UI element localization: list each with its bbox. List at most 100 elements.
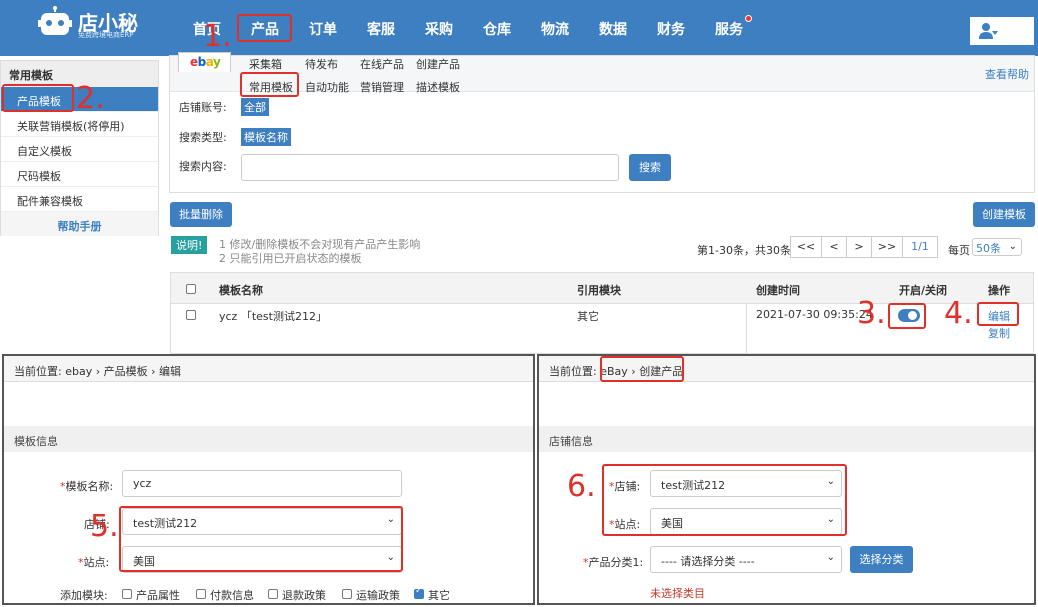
nav-orders[interactable]: 订单 <box>309 19 337 39</box>
chevron-right-icon: › <box>151 365 156 378</box>
nav-services[interactable]: 服务 <box>715 19 743 39</box>
category-label: *产品分类1: <box>583 556 644 569</box>
breadcrumb-ebay[interactable]: ebay <box>65 365 92 378</box>
tab-online[interactable]: 在线产品 <box>360 56 404 72</box>
tab-bar <box>170 56 1034 92</box>
add-modules-label: 添加模块: <box>60 589 108 602</box>
sidebar-item-custom-template[interactable]: 自定义模板 <box>1 137 158 162</box>
ebay-logo: ebay <box>190 55 221 69</box>
chevron-down-icon: ⌄ <box>826 552 835 563</box>
header-module: 引用模块 <box>577 284 621 297</box>
select-all-checkbox[interactable] <box>186 284 196 294</box>
per-page-value: 50条 <box>976 242 1001 255</box>
module-checkbox-other[interactable]: ✓ <box>414 586 424 599</box>
row-module: 其它 <box>577 310 599 323</box>
row-checkbox[interactable] <box>186 310 196 320</box>
tab-collection[interactable]: 采集箱 <box>249 56 282 72</box>
breadcrumb-prefix: 当前位置: <box>549 365 597 378</box>
copy-link[interactable]: 复制 <box>988 325 1010 341</box>
page-last-button[interactable]: >> <box>871 236 903 258</box>
annotation-number-4: 4. <box>944 296 973 331</box>
breadcrumb-edit: 编辑 <box>159 365 182 378</box>
help-manual-link[interactable]: 帮助手册 <box>1 212 158 236</box>
module-checkbox-shipping[interactable] <box>342 589 352 599</box>
template-name-input[interactable]: ycz <box>122 470 402 497</box>
header-template-name: 模板名称 <box>219 284 263 297</box>
sidebar-item-size-template[interactable]: 尺码模板 <box>1 162 158 187</box>
annotation-box-1 <box>237 14 292 42</box>
site-label: *站点: <box>78 556 110 569</box>
tab-ebay[interactable]: ebay <box>178 52 231 72</box>
annotation-number-6: 6. <box>567 469 596 504</box>
nav-finance[interactable]: 财务 <box>657 19 685 39</box>
nav-logistics[interactable]: 物流 <box>541 19 569 39</box>
template-name-label: *模板名称: <box>60 480 114 493</box>
module-checkbox-payment[interactable] <box>196 589 206 599</box>
module-label-shipping: 运输政策 <box>356 589 400 602</box>
annotation-box-5 <box>119 506 403 572</box>
annotation-box-crumb <box>600 356 684 382</box>
template-name-value: ycz <box>133 477 152 490</box>
annotation-box-3 <box>888 303 926 329</box>
annotation-box-2 <box>2 84 74 112</box>
notification-dot <box>745 15 752 22</box>
tab-description[interactable]: 描述模板 <box>416 79 460 95</box>
per-page-select[interactable]: 50条 ⌄ <box>972 238 1022 256</box>
create-product-panel: 当前位置: eBay › 创建产品 店铺信息 *店铺: test测试212 ⌄ … <box>537 354 1036 605</box>
page-next-button[interactable]: > <box>846 236 872 258</box>
view-help-link[interactable]: 查看帮助 <box>985 66 1029 82</box>
tab-pending[interactable]: 待发布 <box>305 56 338 72</box>
page-indicator: 1/1 <box>902 236 938 258</box>
module-checkbox-attributes[interactable] <box>122 589 132 599</box>
edit-breadcrumb: 当前位置: ebay › 产品模板 › 编辑 <box>4 356 533 382</box>
notice-line-2: 2 只能引用已开启状态的模板 <box>219 252 362 265</box>
category-select[interactable]: ---- 请选择分类 ---- ⌄ <box>650 546 842 573</box>
annotation-box-4 <box>977 302 1019 326</box>
annotation-number-2: 2. <box>76 81 105 116</box>
category-select-value: ---- 请选择分类 ---- <box>661 555 755 568</box>
pagination-summary: 第1-30条，共30条 <box>697 244 791 257</box>
search-type-name[interactable]: 模板名称 <box>241 128 291 146</box>
check-icon: ✓ <box>415 586 423 596</box>
per-page-label: 每页 <box>948 244 970 257</box>
top-navbar <box>0 0 1038 56</box>
edit-template-panel: 当前位置: ebay › 产品模板 › 编辑 模板信息 *模板名称: ycz 店… <box>2 354 535 605</box>
nav-service[interactable]: 客服 <box>367 19 395 39</box>
tab-auto[interactable]: 自动功能 <box>305 79 349 95</box>
module-label-attributes: 产品属性 <box>136 589 180 602</box>
nav-warehouse[interactable]: 仓库 <box>483 19 511 39</box>
search-input[interactable] <box>241 154 619 181</box>
breadcrumb-prefix: 当前位置: <box>14 365 62 378</box>
robot-logo-icon <box>38 6 72 38</box>
tab-create[interactable]: 创建产品 <box>416 56 460 72</box>
sidebar-item-parts-template[interactable]: 配件兼容模板 <box>1 187 158 212</box>
module-label-payment: 付款信息 <box>210 589 254 602</box>
tab-marketing[interactable]: 营销管理 <box>360 79 404 95</box>
column-divider <box>746 304 747 354</box>
search-button[interactable]: 搜索 <box>629 154 671 181</box>
search-content-label: 搜索内容: <box>179 160 227 173</box>
row-template-name: ycz 「test测试212」 <box>219 310 327 323</box>
chevron-down-icon: ⌄ <box>1008 241 1017 252</box>
breadcrumb-product-template[interactable]: 产品模板 <box>104 365 148 378</box>
nav-purchase[interactable]: 采购 <box>425 19 453 39</box>
annotation-box-tab <box>240 72 299 97</box>
create-template-button[interactable]: 创建模板 <box>973 202 1035 227</box>
page-prev-button[interactable]: < <box>821 236 847 258</box>
module-label-refund: 退款政策 <box>282 589 326 602</box>
shop-account-all[interactable]: 全部 <box>241 98 269 116</box>
select-category-button[interactable]: 选择分类 <box>850 546 913 573</box>
nav-data[interactable]: 数据 <box>599 19 627 39</box>
annotation-number-3: 3. <box>857 296 886 331</box>
module-label-other: 其它 <box>428 589 450 602</box>
brand-subtitle: 免费跨境电商ERP <box>78 31 134 39</box>
user-menu[interactable] <box>970 17 1034 45</box>
batch-delete-button[interactable]: 批量删除 <box>170 202 232 227</box>
shop-account-label: 店铺账号: <box>179 101 227 114</box>
page-first-button[interactable]: << <box>790 236 822 258</box>
category-hint: 未选择类目 <box>650 587 705 600</box>
table-header: 模板名称 引用模块 创建时间 开启/关闭 操作 <box>170 272 1034 304</box>
header-toggle: 开启/关闭 <box>899 284 948 297</box>
module-checkbox-refund[interactable] <box>268 589 278 599</box>
annotation-number-5: 5. <box>90 509 119 544</box>
